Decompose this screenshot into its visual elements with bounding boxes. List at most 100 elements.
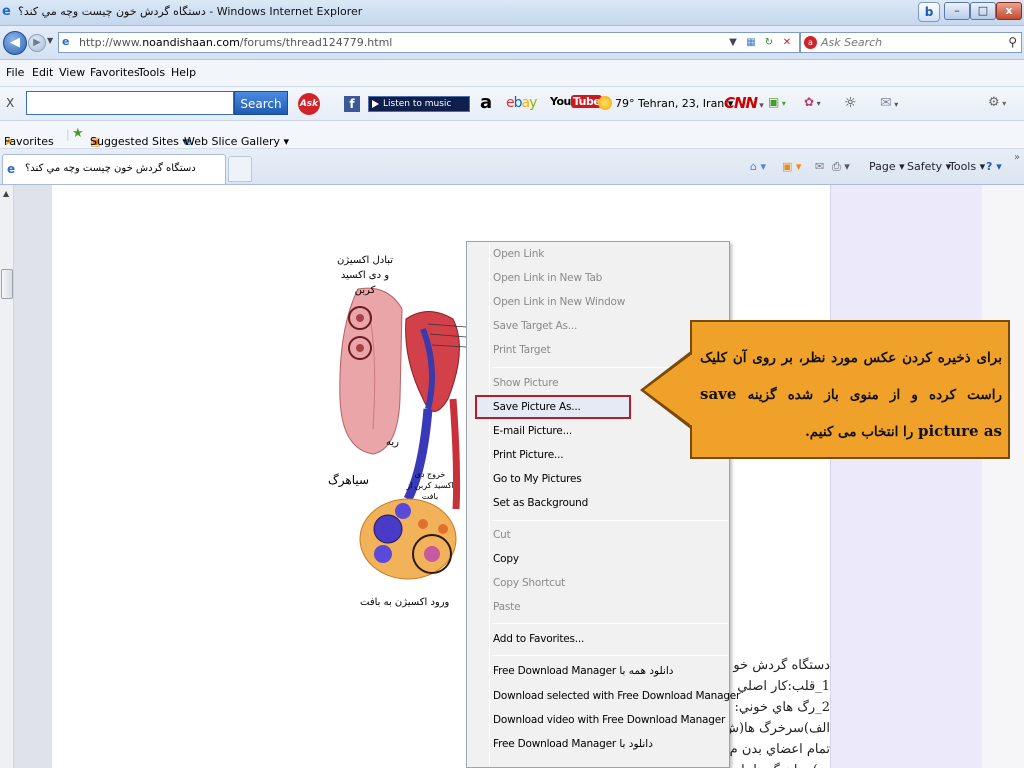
search-icon[interactable]: ⚲ xyxy=(1008,35,1017,49)
ie-logo-icon: e xyxy=(2,4,11,19)
weather-text: 79° Tehran, 23, Iran ▾ xyxy=(615,97,734,110)
menu-bar: File Edit View Favorites Tools Help xyxy=(0,60,1024,87)
compatibility-view-icon[interactable]: ▦ xyxy=(743,34,759,51)
title-bar: e دستگاه گردش خون چیست وچه مي كند؟ - Win… xyxy=(0,0,1024,26)
context-menu-item[interactable]: Copy xyxy=(493,553,519,565)
page-content: ▲ تبادل اکسیژن و دی اکسید کربن ریه سیاهر… xyxy=(0,185,1024,768)
context-menu-item: Open Link in New Tab xyxy=(493,272,603,284)
url-field[interactable]: e http://www.noandishaan.com/forums/thre… xyxy=(58,32,800,53)
home-icon[interactable]: ⌂ ▾ xyxy=(750,160,766,173)
ask-logo-icon: a xyxy=(804,36,817,49)
label-co2-exit: خروج دی اکسید کربن از بافت xyxy=(406,470,454,501)
minimize-button[interactable]: – xyxy=(944,2,970,20)
toolbar-settings-icon[interactable]: ⚙ ▾ xyxy=(988,95,1006,110)
facebook-icon[interactable]: f xyxy=(344,96,360,112)
tab-title: دستگاه گردش خون چیست وچه مي كند؟ xyxy=(25,163,196,174)
favorites-bar: ★ Favorites | ★ ▣ Suggested Sites ▾ e We… xyxy=(0,121,1024,149)
circulatory-diagram-image[interactable]: تبادل اکسیژن و دی اکسید کربن ریه سیاهرگ … xyxy=(328,249,466,619)
label-vein: سیاهرگ xyxy=(328,473,370,487)
back-button[interactable]: ◀ xyxy=(3,31,27,55)
page-menu-button[interactable]: Page ▾ xyxy=(869,160,905,173)
mail-icon[interactable]: ✉ ▾ xyxy=(880,95,898,111)
page-right-column xyxy=(830,185,982,768)
toolbar-search-input[interactable] xyxy=(26,91,234,115)
menu-view[interactable]: View xyxy=(59,66,85,79)
context-menu-item[interactable]: Save Picture As... xyxy=(493,401,581,413)
context-menu-item: Open Link in New Window xyxy=(493,296,626,308)
context-menu-item[interactable]: دانلود با Free Download Manager xyxy=(493,738,653,750)
menu-file[interactable]: File xyxy=(6,66,24,79)
page-icon: e xyxy=(62,35,70,48)
tools-menu-button[interactable]: Tools ▾ xyxy=(949,160,985,173)
refresh-icon[interactable]: ↻ xyxy=(761,34,777,51)
amazon-icon[interactable]: a xyxy=(480,92,492,113)
scroll-thumb[interactable] xyxy=(1,269,13,299)
cnn-button[interactable]: CNN ▾ xyxy=(724,94,764,112)
article-line: 2_رگ هاي خوني: xyxy=(734,700,830,715)
close-button[interactable]: x xyxy=(996,2,1022,20)
vertical-scrollbar[interactable]: ▲ xyxy=(0,185,14,768)
label-gas-exchange: تبادل اکسیژن و دی اکسید کربن xyxy=(336,255,394,296)
context-menu-item[interactable]: Print Picture... xyxy=(493,449,564,461)
toolbar-search-button[interactable]: Search xyxy=(234,91,288,115)
toolbar-close-icon[interactable]: X xyxy=(6,96,14,110)
bing-badge-icon[interactable]: b xyxy=(918,2,940,22)
callout-arrow xyxy=(644,355,691,425)
context-menu-item[interactable]: Download video with Free Download Manage… xyxy=(493,714,725,726)
new-tab-button[interactable] xyxy=(228,156,252,182)
history-dropdown-icon[interactable]: ▼ xyxy=(47,36,53,45)
ask-toolbar: X Search Ask f Listen to music a ebay Yo… xyxy=(0,87,1024,121)
weather-widget[interactable]: 79° Tehran, 23, Iran ▾ xyxy=(598,96,733,110)
stop-icon[interactable]: ✕ xyxy=(779,34,795,51)
context-menu-item[interactable]: Go to My Pictures xyxy=(493,473,582,485)
page-right-margin xyxy=(982,185,1024,768)
add-to-favorites-icon[interactable]: ★ xyxy=(72,126,84,141)
overflow-chevron-icon[interactable]: » xyxy=(1014,152,1020,163)
youtube-icon[interactable]: You Tube xyxy=(550,95,603,108)
listen-to-music-button[interactable]: Listen to music xyxy=(368,96,470,112)
ebay-icon[interactable]: ebay xyxy=(506,95,537,111)
url-prefix: http://www. xyxy=(79,36,143,49)
context-menu-item[interactable]: E-mail Picture... xyxy=(493,425,572,437)
ask-search-field[interactable]: a Ask Search ⚲ xyxy=(800,32,1022,53)
help-icon[interactable]: ? ▾ xyxy=(986,160,1002,173)
circulatory-diagram-svg xyxy=(339,287,466,580)
callout-text-part1: برای ذخیره کردن عکس مورد نظر، بر روی آن … xyxy=(700,350,1003,403)
print-icon[interactable]: ⎙ ▾ xyxy=(832,160,850,174)
forward-button[interactable]: ▶ xyxy=(28,34,46,52)
web-slice-label: Web Slice Gallery ▾ xyxy=(184,135,290,148)
read-mail-icon[interactable]: ✉ xyxy=(815,160,824,173)
context-menu-item: Print Target xyxy=(493,344,551,356)
context-menu-item[interactable]: دانلود همه با Free Download Manager xyxy=(493,665,674,677)
suggested-sites-label: Suggested Sites ▾ xyxy=(90,135,188,148)
scroll-up-icon[interactable]: ▲ xyxy=(3,189,9,198)
maximize-button[interactable]: □ xyxy=(970,2,996,20)
ask-button[interactable]: Ask xyxy=(298,93,320,115)
games-icon[interactable]: ✿ ▾ xyxy=(804,95,821,109)
label-o2-enter: ورود اکسیژن به بافت xyxy=(360,597,450,608)
menu-help[interactable]: Help xyxy=(171,66,196,79)
ask-owl-icon[interactable]: ☼ xyxy=(844,95,857,111)
article-line: تمام اعضاي بدن م xyxy=(730,742,830,757)
context-menu-item[interactable]: Download selected with Free Download Man… xyxy=(493,690,740,702)
safety-menu-button[interactable]: Safety ▾ xyxy=(907,160,951,173)
menu-favorites[interactable]: Favorites xyxy=(90,66,140,79)
context-menu-item: Open Link xyxy=(493,248,545,260)
context-menu-item: Save Target As... xyxy=(493,320,578,332)
menu-edit[interactable]: Edit xyxy=(32,66,53,79)
url-dropdown-icon[interactable]: ▼ xyxy=(725,34,741,51)
rss-feed-icon[interactable]: ▣ ▾ xyxy=(782,160,801,173)
url-domain: noandishaan.com xyxy=(142,36,240,49)
sun-icon xyxy=(598,96,612,110)
context-menu-item[interactable]: Add to Favorites... xyxy=(493,633,584,645)
maps-icon[interactable]: ▣ ▾ xyxy=(768,95,786,109)
context-menu-item[interactable]: Set as Background xyxy=(493,497,588,509)
context-menu-item: Show Picture xyxy=(493,377,559,389)
callout-arrow-joint xyxy=(690,355,694,425)
article-line: الف)سرخرگ ها(ش xyxy=(730,721,830,736)
context-menu-separator xyxy=(492,520,728,521)
tab-active[interactable]: e دستگاه گردش خون چیست وچه مي كند؟ xyxy=(2,154,226,184)
favorites-divider: | xyxy=(66,128,70,141)
article-line: ب)سیاهرگ ها: ا xyxy=(730,760,830,768)
menu-tools[interactable]: Tools xyxy=(138,66,165,79)
